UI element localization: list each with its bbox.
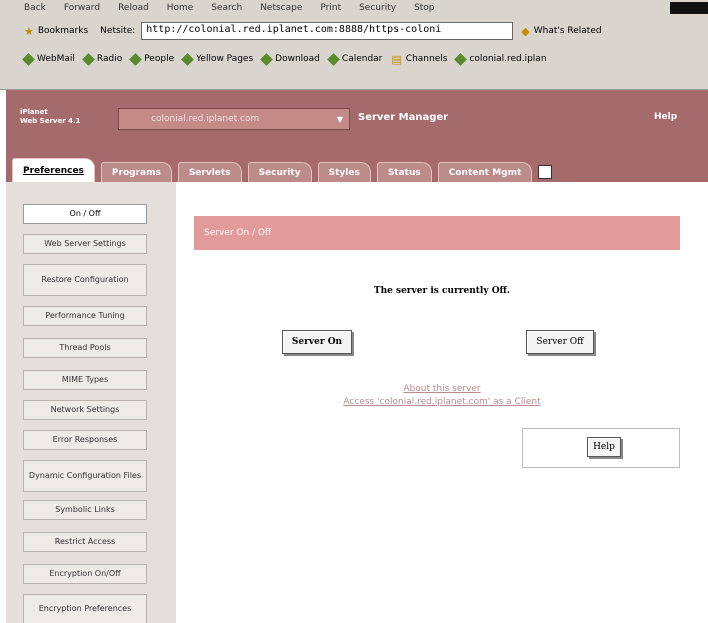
main-content: Server On / Off The server is currently … <box>176 182 708 623</box>
help-panel: Help <box>522 428 680 468</box>
sidebar-item-restore-configuration[interactable]: Restore Configuration <box>23 264 147 296</box>
bookmark-pen-icon <box>260 52 274 66</box>
toolbar-link-colonial[interactable]: colonial.red.iplan <box>454 52 547 66</box>
toolbar-link-calendar[interactable]: Calendar <box>327 52 382 66</box>
sidebar-item-symbolic-links[interactable]: Symbolic Links <box>23 500 147 520</box>
channels-folder-icon: ▤ <box>391 52 402 66</box>
reload-button[interactable]: Reload <box>118 3 149 13</box>
sidebar-item-on-off[interactable]: On / Off <box>23 204 147 224</box>
access-as-client-link[interactable]: Access 'colonial.red.iplanet.com' as a C… <box>176 397 708 407</box>
brand-name: iPlanet <box>20 108 48 116</box>
sidebar-item-restrict-access[interactable]: Restrict Access <box>23 532 147 552</box>
sidebar-item-dynamic-configuration-files[interactable]: Dynamic Configuration Files <box>23 460 147 492</box>
forward-button[interactable]: Forward <box>64 3 100 13</box>
bookmark-pen-icon <box>22 52 35 66</box>
sidebar-item-mime-types[interactable]: MIME Types <box>23 370 147 390</box>
toolbar-link-radio[interactable]: Radio <box>82 52 122 66</box>
netscape-throbber <box>670 2 708 14</box>
more-tabs-icon[interactable] <box>538 165 553 179</box>
section-header: Server On / Off <box>194 216 680 250</box>
back-button[interactable]: Back <box>24 3 46 13</box>
search-button[interactable]: Search <box>211 3 242 13</box>
brand-product: Web Server 4.1 <box>20 117 81 125</box>
tab-styles[interactable]: Styles <box>317 162 371 182</box>
toolbar-link-webmail[interactable]: WebMail <box>22 52 75 66</box>
help-link[interactable]: Help <box>654 112 677 122</box>
bookmark-pen-icon <box>327 52 340 66</box>
help-button[interactable]: Help <box>587 437 621 457</box>
tab-programs[interactable]: Programs <box>100 162 172 182</box>
sidebar-item-encryption-on-off[interactable]: Encryption On/Off <box>23 564 147 584</box>
browser-chrome: Back Forward Reload Home Search Netscape… <box>0 0 708 90</box>
about-server-link[interactable]: About this server <box>176 384 708 394</box>
whats-related-button[interactable]: ◆ What's Related <box>521 25 601 38</box>
bookmark-pen-icon <box>129 52 143 66</box>
tab-status[interactable]: Status <box>376 162 432 182</box>
tab-security[interactable]: Security <box>247 162 312 182</box>
toolbar-link-channels[interactable]: ▤ Channels <box>391 53 447 66</box>
sidebar-item-web-server-settings[interactable]: Web Server Settings <box>23 234 147 254</box>
security-button[interactable]: Security <box>359 3 396 13</box>
server-manager-header: iPlanet Web Server 4.1 colonial.red.ipla… <box>6 90 708 182</box>
browser-menubar: Back Forward Reload Home Search Netscape… <box>0 0 708 16</box>
bookmark-pen-icon <box>454 52 468 66</box>
server-status-text: The server is currently Off. <box>373 286 511 296</box>
bookmark-icon: ★ <box>24 24 34 38</box>
sidebar-item-error-responses[interactable]: Error Responses <box>23 430 147 450</box>
server-select-value: colonial.red.iplanet.com <box>151 114 260 124</box>
url-input[interactable]: http://colonial.red.iplanet.com:8888/htt… <box>141 22 514 40</box>
tab-content-mgmt[interactable]: Content Mgmt <box>437 162 533 182</box>
sidebar-item-performance-tuning[interactable]: Performance Tuning <box>23 306 147 326</box>
sidebar-item-network-settings[interactable]: Network Settings <box>23 400 147 420</box>
related-icon: ◆ <box>521 24 530 38</box>
server-off-button[interactable]: Server Off <box>526 330 594 354</box>
toolbar-link-download[interactable]: Download <box>260 52 320 66</box>
location-bar: ★ Bookmarks Netsite: http://colonial.red… <box>0 20 708 42</box>
sidebar-item-thread-pools[interactable]: Thread Pools <box>23 338 147 358</box>
personal-toolbar: WebMail Radio People Yellow Pages Downlo… <box>0 48 708 70</box>
bookmark-pen-icon <box>181 52 194 66</box>
netscape-button[interactable]: Netscape <box>260 3 302 13</box>
sidebar: On / Off Web Server Settings Restore Con… <box>6 182 176 623</box>
stop-button[interactable]: Stop <box>414 3 434 13</box>
bookmark-pen-icon <box>82 52 95 66</box>
page-title: Server Manager <box>358 112 449 123</box>
tab-bar: Preferences Programs Servlets Security S… <box>12 154 553 182</box>
tab-preferences[interactable]: Preferences <box>12 158 95 182</box>
product-brand: iPlanet Web Server 4.1 <box>20 108 81 126</box>
tab-servlets[interactable]: Servlets <box>177 162 242 182</box>
home-button[interactable]: Home <box>167 3 194 13</box>
chevron-down-icon: ▼ <box>336 115 343 124</box>
sidebar-item-encryption-preferences[interactable]: Encryption Preferences <box>23 594 147 623</box>
toolbar-link-yellow-pages[interactable]: Yellow Pages <box>181 52 253 66</box>
server-select[interactable]: colonial.red.iplanet.com ▼ <box>118 108 350 130</box>
toolbar-link-people[interactable]: People <box>129 52 174 66</box>
print-button[interactable]: Print <box>320 3 341 13</box>
location-label: Netsite: <box>100 26 136 36</box>
bookmarks-button[interactable]: ★ Bookmarks <box>24 25 88 38</box>
server-on-button[interactable]: Server On <box>282 330 352 354</box>
